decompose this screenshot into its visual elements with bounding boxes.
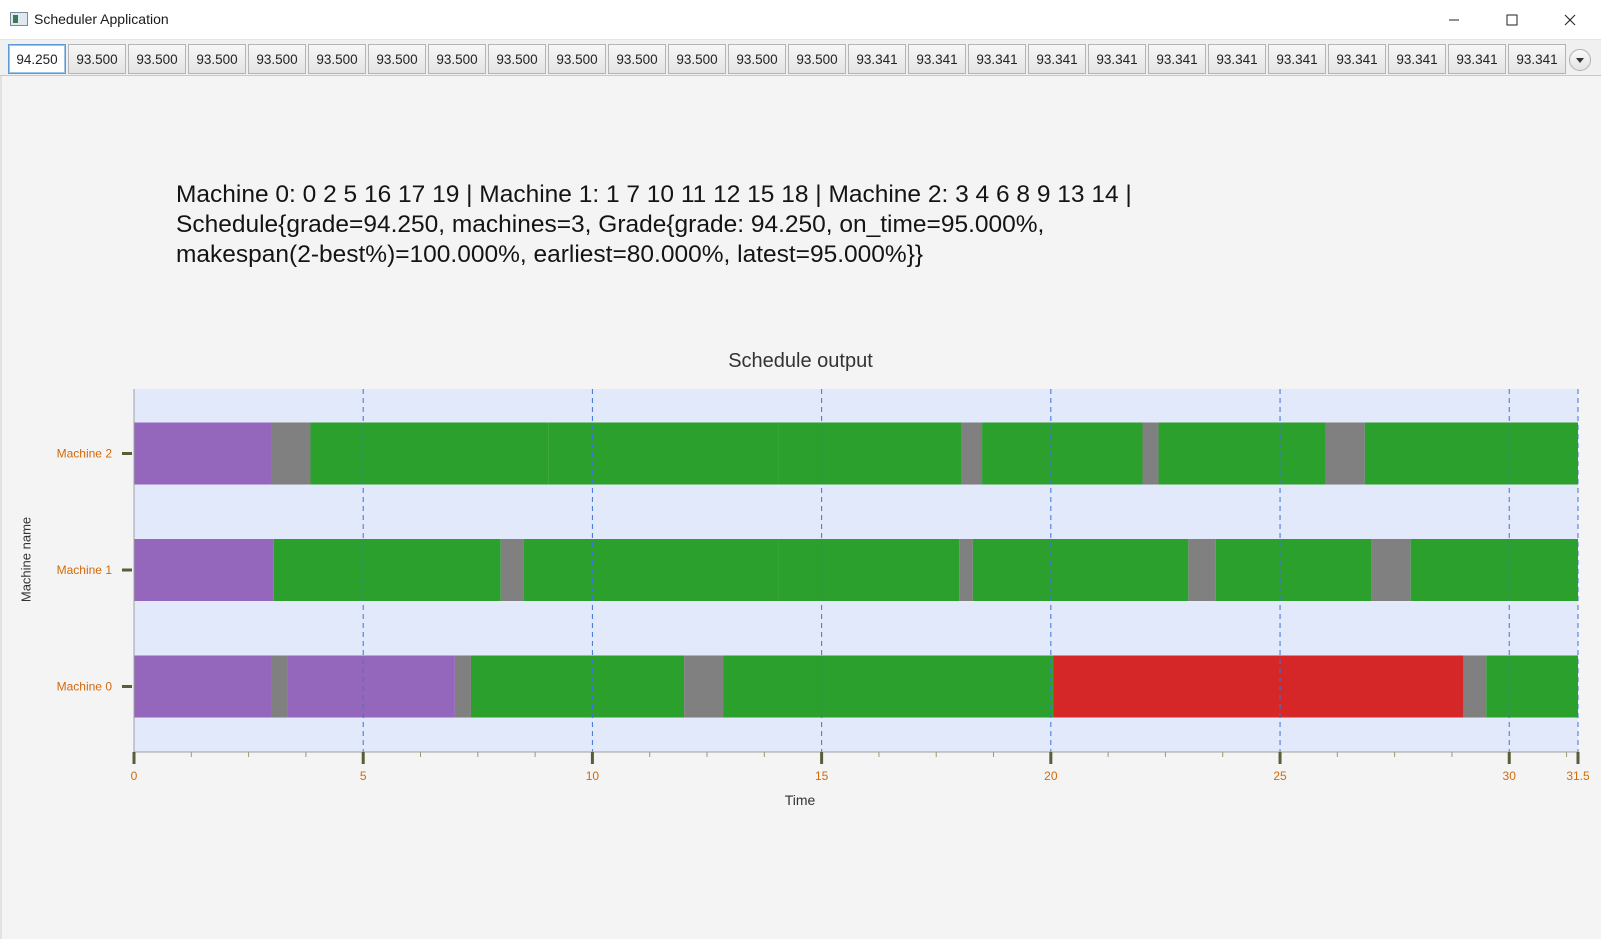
x-tick-label: 20 — [1044, 769, 1058, 783]
task-bar — [500, 539, 524, 601]
task-bar — [778, 539, 960, 601]
task-bar — [1371, 539, 1411, 601]
task-bar — [1158, 422, 1326, 485]
task-bar — [1215, 539, 1372, 601]
gantt-chart: 0 5 10 15 20 25 30 31.5 Machine 2 Machine 1 Machin… — [57, 389, 1590, 783]
x-tick-label: 0 — [131, 769, 138, 783]
x-tick-label: 25 — [1273, 769, 1287, 783]
task-bar — [134, 422, 272, 485]
task-bar — [684, 655, 724, 718]
task-bar — [982, 422, 1143, 485]
task-bar — [454, 655, 471, 718]
x-tick-label: 31.5 — [1566, 769, 1590, 783]
task-bar — [470, 655, 685, 718]
task-bar — [271, 422, 311, 485]
task-bar — [1463, 655, 1487, 718]
x-tick-label: 30 — [1503, 769, 1517, 783]
y-category-label: Machine 0 — [57, 680, 113, 694]
task-bar — [1188, 539, 1216, 601]
task-bar — [1053, 655, 1464, 718]
task-bar — [959, 539, 973, 601]
task-bar — [310, 422, 549, 485]
task-bar — [1325, 422, 1365, 485]
x-tick-label: 5 — [360, 769, 367, 783]
task-bar — [778, 422, 962, 485]
task-bar — [548, 422, 779, 485]
x-tick-label: 10 — [586, 769, 600, 783]
task-bar — [1486, 655, 1578, 718]
task-bar — [287, 655, 455, 718]
task-bar — [1142, 422, 1159, 485]
task-bar — [961, 422, 983, 485]
y-category-label: Machine 1 — [57, 563, 113, 577]
task-bar — [271, 655, 288, 718]
task-bar — [1410, 539, 1578, 601]
x-tick-label: 15 — [815, 769, 829, 783]
task-bar — [273, 539, 501, 601]
y-category-label: Machine 2 — [57, 447, 113, 461]
task-bar — [972, 539, 1189, 601]
task-bar — [723, 655, 1054, 718]
task-bar — [134, 655, 272, 718]
task-bar — [134, 539, 274, 601]
task-bar — [523, 539, 779, 601]
task-bar — [1364, 422, 1578, 485]
